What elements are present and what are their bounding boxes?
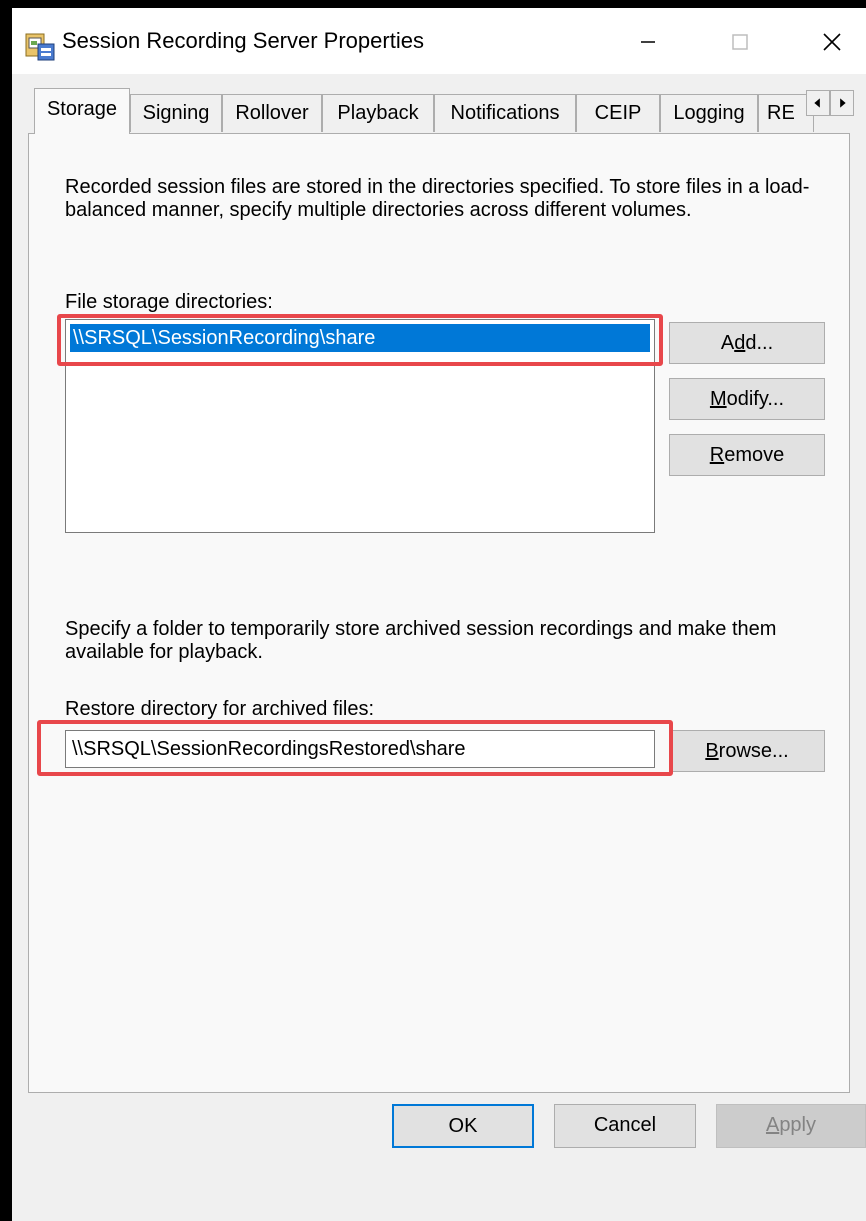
add-label-pre: A bbox=[720, 332, 735, 354]
modify-label-key: M bbox=[709, 388, 727, 410]
window-title: Session Recording Server Properties bbox=[62, 28, 424, 53]
browse-label-key: B bbox=[705, 740, 719, 762]
storage-tab-panel: Recorded session files are stored in the… bbox=[28, 133, 850, 1093]
tab-playback[interactable]: Playback bbox=[322, 94, 434, 132]
tab-storage[interactable]: Storage bbox=[34, 88, 130, 134]
tab-logging[interactable]: Logging bbox=[660, 94, 758, 132]
apply-button[interactable]: Apply bbox=[716, 1104, 866, 1148]
ok-button[interactable]: OK bbox=[392, 1104, 534, 1148]
file-storage-list[interactable]: \\SRSQL\SessionRecording\share bbox=[65, 319, 655, 533]
storage-description: Recorded session files are stored in the… bbox=[65, 176, 810, 221]
tab-ceip[interactable]: CEIP bbox=[576, 94, 660, 132]
tab-rollover[interactable]: Rollover bbox=[222, 94, 322, 132]
title-bar[interactable]: Session Recording Server Properties bbox=[12, 8, 866, 74]
remove-label-key: R bbox=[709, 444, 725, 466]
add-label-key: d bbox=[734, 332, 746, 354]
browse-button[interactable]: Browse... bbox=[669, 730, 825, 772]
restore-directory-label: Restore directory for archived files: bbox=[65, 698, 375, 720]
file-storage-label: File storage directories: bbox=[65, 291, 273, 313]
add-button[interactable]: Add... bbox=[669, 322, 825, 364]
modify-button[interactable]: Modify... bbox=[669, 378, 825, 420]
apply-label-key: A bbox=[765, 1114, 780, 1136]
remove-label-post: emove bbox=[724, 444, 785, 466]
tab-signing[interactable]: Signing bbox=[130, 94, 222, 132]
server-properties-icon bbox=[25, 33, 55, 61]
cancel-button[interactable]: Cancel bbox=[554, 1104, 696, 1148]
tab-scroll-right-icon[interactable] bbox=[830, 90, 854, 116]
restore-directory-input[interactable]: \\SRSQL\SessionRecordingsRestored\share bbox=[65, 730, 655, 768]
remove-button[interactable]: Remove bbox=[669, 434, 825, 476]
maximize-icon[interactable] bbox=[716, 20, 764, 64]
tab-scroll-left-icon[interactable] bbox=[806, 90, 830, 116]
tab-strip: Storage Signing Rollover Playback Notifi… bbox=[34, 88, 814, 134]
add-label-post: d... bbox=[745, 332, 774, 354]
tab-notifications[interactable]: Notifications bbox=[434, 94, 576, 132]
close-icon[interactable] bbox=[808, 20, 856, 64]
modify-label-post: odify... bbox=[726, 388, 785, 410]
apply-label-post: pply bbox=[779, 1114, 817, 1136]
properties-window: Session Recording Server Properties Stor… bbox=[12, 8, 866, 1221]
minimize-icon[interactable] bbox=[624, 20, 672, 64]
archive-description: Specify a folder to temporarily store ar… bbox=[65, 618, 777, 663]
list-item[interactable]: \\SRSQL\SessionRecording\share bbox=[70, 324, 650, 352]
browse-label-post: rowse... bbox=[718, 740, 789, 762]
